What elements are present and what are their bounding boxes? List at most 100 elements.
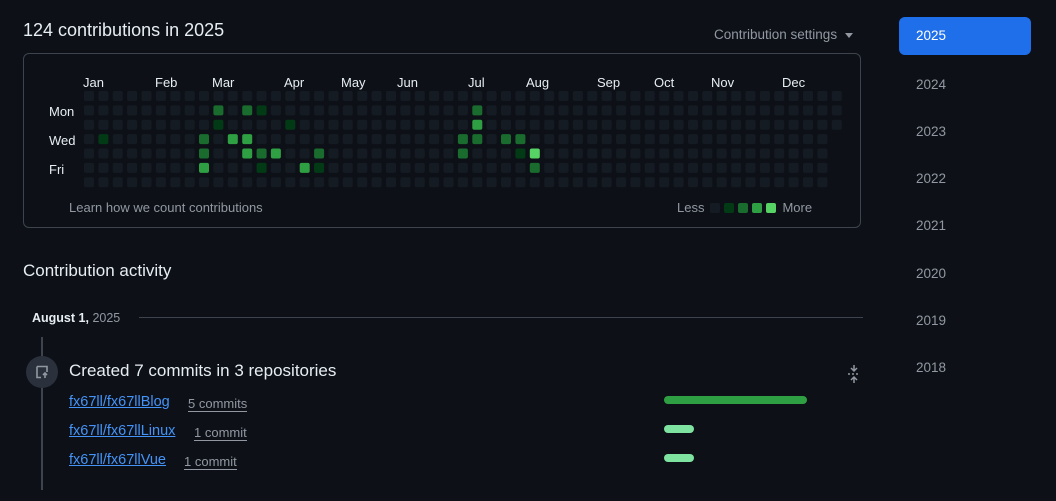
contribution-day-cell[interactable] xyxy=(759,148,770,159)
contribution-day-cell[interactable] xyxy=(199,148,209,159)
contribution-day-cell[interactable] xyxy=(227,148,238,159)
contribution-day-cell[interactable] xyxy=(112,91,123,101)
contribution-day-cell[interactable] xyxy=(400,134,411,145)
contribution-day-cell[interactable] xyxy=(184,134,195,145)
contribution-day-cell[interactable] xyxy=(587,105,598,116)
contribution-day-cell[interactable] xyxy=(199,91,209,101)
contribution-day-cell[interactable] xyxy=(357,148,368,159)
contribution-day-cell[interactable] xyxy=(601,148,612,159)
contribution-day-cell[interactable] xyxy=(529,148,540,159)
contribution-day-cell[interactable] xyxy=(673,177,684,188)
contribution-day-cell[interactable] xyxy=(299,148,310,159)
contribution-day-cell[interactable] xyxy=(256,177,267,188)
contribution-day-cell[interactable] xyxy=(572,105,583,116)
contribution-day-cell[interactable] xyxy=(673,105,684,116)
contribution-day-cell[interactable] xyxy=(501,177,511,188)
contribution-day-cell[interactable] xyxy=(299,162,310,173)
contribution-day-cell[interactable] xyxy=(213,134,224,145)
contribution-day-cell[interactable] xyxy=(659,134,670,145)
contribution-day-cell[interactable] xyxy=(227,119,238,130)
contribution-day-cell[interactable] xyxy=(558,91,569,101)
contribution-day-cell[interactable] xyxy=(486,91,497,101)
contribution-day-cell[interactable] xyxy=(731,91,742,101)
contribution-day-cell[interactable] xyxy=(601,134,612,145)
contribution-day-cell[interactable] xyxy=(127,119,138,130)
contribution-day-cell[interactable] xyxy=(400,105,411,116)
contribution-day-cell[interactable] xyxy=(688,148,698,159)
contribution-day-cell[interactable] xyxy=(371,105,382,116)
contribution-day-cell[interactable] xyxy=(342,148,353,159)
year-button-2023[interactable]: 2023 xyxy=(899,113,1031,151)
contribution-day-cell[interactable] xyxy=(486,134,497,145)
contribution-day-cell[interactable] xyxy=(659,148,670,159)
contribution-day-cell[interactable] xyxy=(213,119,224,130)
contribution-day-cell[interactable] xyxy=(299,91,310,101)
contribution-day-cell[interactable] xyxy=(371,162,382,173)
contribution-day-cell[interactable] xyxy=(184,105,195,116)
contribution-day-cell[interactable] xyxy=(788,119,799,130)
contribution-day-cell[interactable] xyxy=(745,148,756,159)
contribution-day-cell[interactable] xyxy=(644,162,655,173)
contribution-day-cell[interactable] xyxy=(457,119,468,130)
contribution-day-cell[interactable] xyxy=(788,105,799,116)
commit-count-fx67llblog[interactable]: 5 commits xyxy=(188,396,248,412)
contribution-day-cell[interactable] xyxy=(501,148,511,159)
contribution-day-cell[interactable] xyxy=(587,119,598,130)
contribution-day-cell[interactable] xyxy=(386,119,396,130)
contribution-day-cell[interactable] xyxy=(457,134,468,145)
contribution-day-cell[interactable] xyxy=(803,162,813,173)
contribution-day-cell[interactable] xyxy=(112,134,123,145)
contribution-day-cell[interactable] xyxy=(515,105,526,116)
contribution-day-cell[interactable] xyxy=(601,177,612,188)
contribution-day-cell[interactable] xyxy=(486,119,497,130)
contribution-day-cell[interactable] xyxy=(155,119,166,130)
contribution-day-cell[interactable] xyxy=(112,119,123,130)
contribution-day-cell[interactable] xyxy=(328,162,339,173)
contribution-day-cell[interactable] xyxy=(400,177,411,188)
contribution-day-cell[interactable] xyxy=(184,119,195,130)
contribution-day-cell[interactable] xyxy=(84,162,94,173)
contribution-day-cell[interactable] xyxy=(170,134,181,145)
contribution-day-cell[interactable] xyxy=(688,119,698,130)
contribution-day-cell[interactable] xyxy=(371,177,382,188)
contribution-day-cell[interactable] xyxy=(227,105,238,116)
contribution-day-cell[interactable] xyxy=(270,105,281,116)
contribution-day-cell[interactable] xyxy=(84,91,94,101)
contribution-day-cell[interactable] xyxy=(544,105,555,116)
contribution-day-cell[interactable] xyxy=(141,91,152,101)
contribution-day-cell[interactable] xyxy=(314,119,325,130)
contribution-day-cell[interactable] xyxy=(386,162,396,173)
year-button-2024[interactable]: 2024 xyxy=(899,66,1031,104)
contribution-day-cell[interactable] xyxy=(702,91,713,101)
contribution-day-cell[interactable] xyxy=(659,91,670,101)
contribution-day-cell[interactable] xyxy=(688,162,698,173)
contribution-day-cell[interactable] xyxy=(731,105,742,116)
contribution-day-cell[interactable] xyxy=(285,177,296,188)
contribution-day-cell[interactable] xyxy=(472,119,483,130)
contribution-day-cell[interactable] xyxy=(759,119,770,130)
contribution-day-cell[interactable] xyxy=(515,134,526,145)
contribution-day-cell[interactable] xyxy=(170,177,181,188)
contribution-day-cell[interactable] xyxy=(688,134,698,145)
contribution-day-cell[interactable] xyxy=(127,177,138,188)
contribution-day-cell[interactable] xyxy=(486,148,497,159)
contribution-day-cell[interactable] xyxy=(242,119,253,130)
contribution-day-cell[interactable] xyxy=(429,134,440,145)
contribution-day-cell[interactable] xyxy=(84,148,94,159)
contribution-day-cell[interactable] xyxy=(803,177,813,188)
contribution-day-cell[interactable] xyxy=(774,134,785,145)
contribution-day-cell[interactable] xyxy=(817,162,828,173)
contribution-day-cell[interactable] xyxy=(127,105,138,116)
contribution-day-cell[interactable] xyxy=(112,162,123,173)
contribution-day-cell[interactable] xyxy=(587,148,598,159)
contribution-day-cell[interactable] xyxy=(443,148,454,159)
contribution-day-cell[interactable] xyxy=(170,162,181,173)
contribution-day-cell[interactable] xyxy=(630,105,641,116)
contribution-day-cell[interactable] xyxy=(788,162,799,173)
contribution-day-cell[interactable] xyxy=(429,105,440,116)
contribution-day-cell[interactable] xyxy=(601,91,612,101)
contribution-day-cell[interactable] xyxy=(472,91,483,101)
contribution-day-cell[interactable] xyxy=(572,148,583,159)
contribution-day-cell[interactable] xyxy=(616,105,627,116)
contribution-day-cell[interactable] xyxy=(558,105,569,116)
